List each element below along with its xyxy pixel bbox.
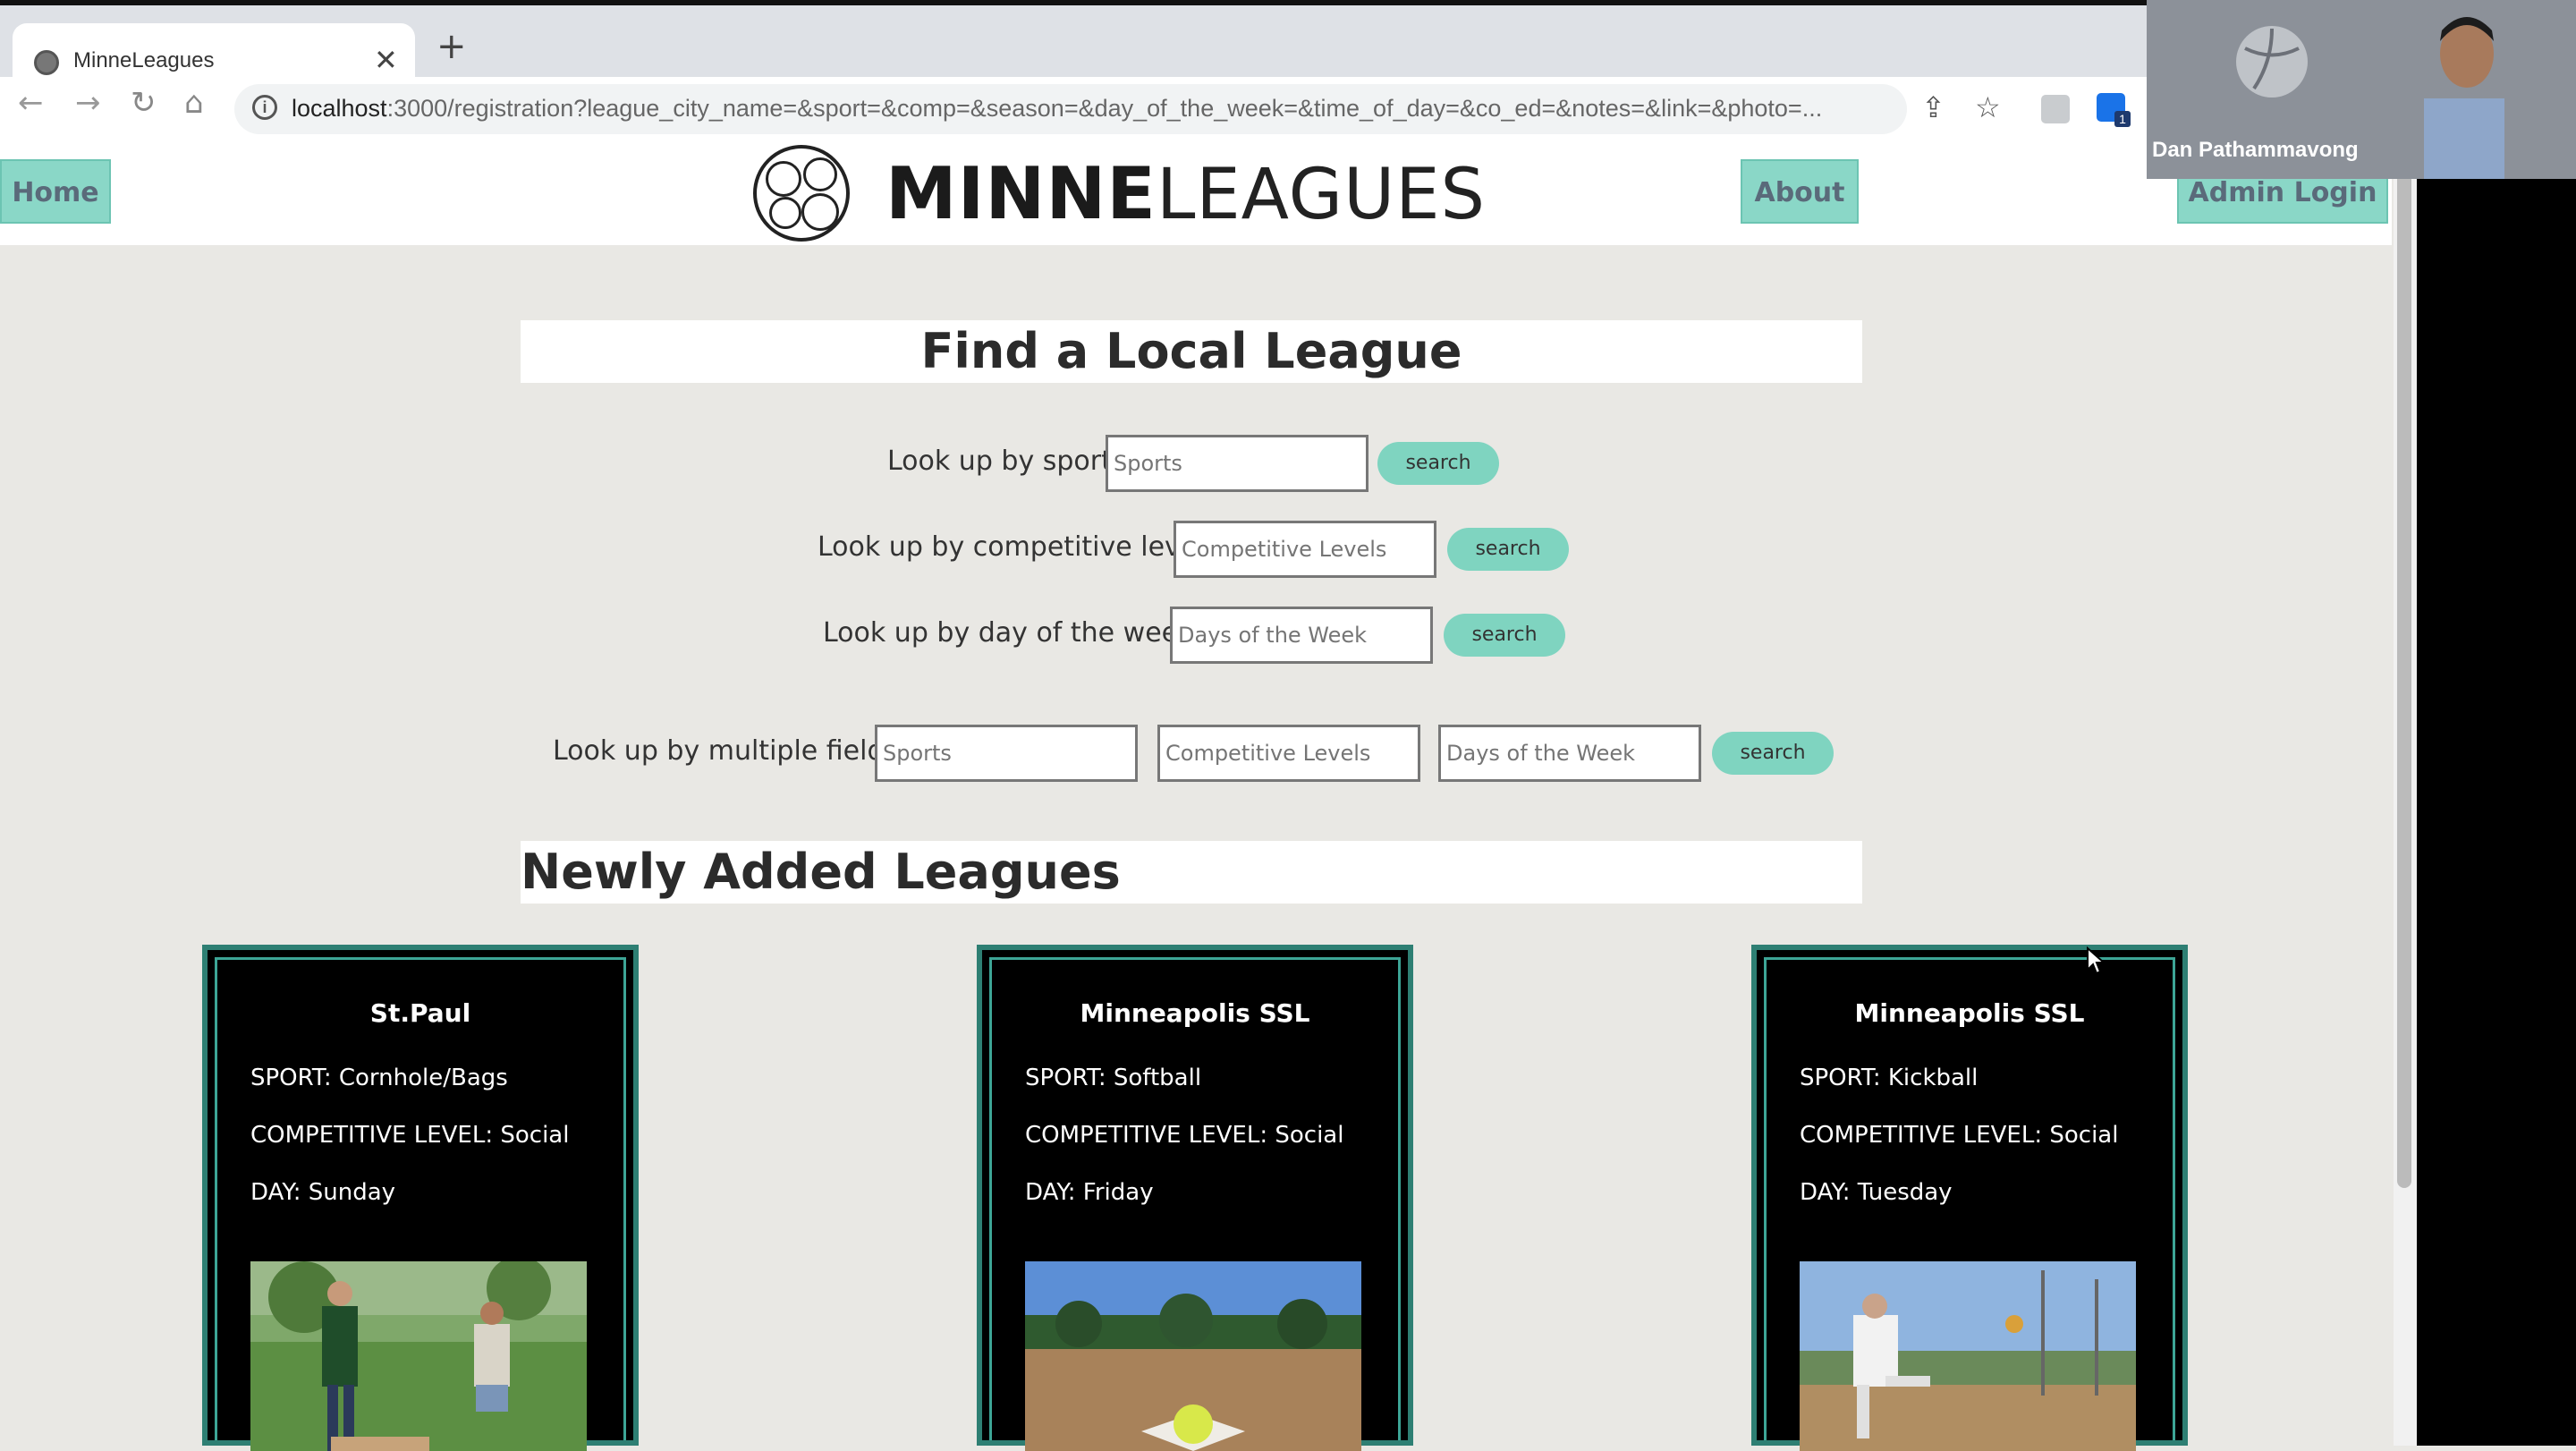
league-sport: SPORT: Kickball bbox=[1800, 1065, 1979, 1091]
url-text[interactable]: localhost:3000/registration?league_city_… bbox=[292, 95, 1822, 123]
league-card[interactable]: Minneapolis SSL SPORT: Kickball COMPETIT… bbox=[1751, 945, 2188, 1451]
cornhole-photo bbox=[250, 1261, 587, 1451]
multi-day-input[interactable] bbox=[1438, 725, 1701, 782]
browser-toolbar: ← → ↻ ⌂ i localhost:3000/registration?le… bbox=[0, 77, 2147, 142]
kickball-photo bbox=[1800, 1261, 2136, 1451]
close-tab-icon[interactable]: ✕ bbox=[374, 43, 398, 77]
day-input[interactable] bbox=[1170, 607, 1433, 664]
url-host: localhost bbox=[292, 95, 387, 122]
find-league-title: Find a Local League bbox=[521, 320, 1862, 383]
share-icon[interactable]: ⇪ bbox=[1921, 93, 1945, 122]
home-icon[interactable]: ⌂ bbox=[184, 88, 204, 118]
tab-title: MinneLeagues bbox=[73, 48, 215, 72]
forward-icon[interactable]: → bbox=[75, 88, 101, 118]
info-icon[interactable]: i bbox=[252, 95, 277, 120]
softball-photo bbox=[1025, 1261, 1361, 1451]
site-logo[interactable]: MINNELEAGUES bbox=[886, 152, 1486, 235]
about-button[interactable]: About bbox=[1741, 159, 1859, 224]
extension-badge-icon[interactable]: 1 bbox=[2097, 93, 2131, 127]
newly-added-title: Newly Added Leagues bbox=[521, 841, 1862, 904]
multi-search-button[interactable]: search bbox=[1712, 732, 1834, 775]
extension-count: 1 bbox=[2114, 111, 2131, 127]
participant-video bbox=[2424, 17, 2504, 179]
extension-icon[interactable] bbox=[2041, 95, 2070, 123]
league-city: St.Paul bbox=[369, 998, 471, 1028]
sport-input[interactable] bbox=[1106, 435, 1368, 492]
bookmark-star-icon[interactable]: ☆ bbox=[1975, 93, 2001, 122]
league-day: DAY: Friday bbox=[1025, 1179, 1154, 1206]
league-level: COMPETITIVE LEVEL: Social bbox=[1025, 1122, 1344, 1149]
league-city: Minneapolis SSL bbox=[1854, 998, 2085, 1028]
league-level: COMPETITIVE LEVEL: Social bbox=[250, 1122, 570, 1149]
day-lookup-label: Look up by day of the week: bbox=[823, 617, 1203, 649]
mouse-cursor-icon bbox=[2087, 946, 2106, 975]
sport-lookup-label: Look up by sport: bbox=[887, 445, 1121, 477]
video-call-tile: Dan Pathammavong bbox=[2147, 0, 2576, 179]
screen-side-area bbox=[2417, 179, 2576, 1446]
page-scrollbar[interactable] bbox=[2394, 141, 2417, 1446]
site-header: Home MINNELEAGUES About Admin Login bbox=[0, 141, 2392, 245]
participant-name: Dan Pathammavong bbox=[2152, 138, 2359, 162]
league-city: Minneapolis SSL bbox=[1080, 998, 1310, 1028]
back-icon[interactable]: ← bbox=[18, 88, 44, 118]
league-card[interactable]: St.Paul SPORT: Cornhole/Bags COMPETITIVE… bbox=[202, 945, 639, 1451]
url-path: :3000/registration?league_city_name=&spo… bbox=[386, 95, 1823, 122]
day-search-button[interactable]: search bbox=[1444, 614, 1565, 657]
new-tab-icon[interactable]: + bbox=[436, 29, 467, 64]
logo-bold: MINNE bbox=[886, 152, 1157, 235]
league-day: DAY: Sunday bbox=[250, 1179, 396, 1206]
league-day: DAY: Tuesday bbox=[1800, 1179, 1953, 1206]
league-level: COMPETITIVE LEVEL: Social bbox=[1800, 1122, 2119, 1149]
league-card[interactable]: Minneapolis SSL SPORT: Softball COMPETIT… bbox=[977, 945, 1413, 1451]
comp-search-button[interactable]: search bbox=[1447, 528, 1569, 571]
multi-lookup-label: Look up by multiple fields: bbox=[553, 735, 908, 767]
volleyball-icon bbox=[2236, 26, 2308, 98]
comp-lookup-label: Look up by competitive level: bbox=[818, 531, 1214, 563]
scrollbar-thumb[interactable] bbox=[2397, 150, 2411, 1188]
page-content: Home MINNELEAGUES About Admin Login Find… bbox=[0, 141, 2392, 1451]
globe-favicon-icon bbox=[34, 50, 59, 75]
league-sport: SPORT: Softball bbox=[1025, 1065, 1202, 1091]
sport-search-button[interactable]: search bbox=[1377, 442, 1499, 485]
comp-input[interactable] bbox=[1174, 521, 1436, 578]
reload-icon[interactable]: ↻ bbox=[131, 88, 157, 118]
multi-sport-input[interactable] bbox=[875, 725, 1138, 782]
logo-light: LEAGUES bbox=[1156, 155, 1486, 235]
home-button[interactable]: Home bbox=[0, 159, 111, 224]
multi-comp-input[interactable] bbox=[1157, 725, 1420, 782]
league-sport: SPORT: Cornhole/Bags bbox=[250, 1065, 508, 1091]
address-bar[interactable]: i localhost:3000/registration?league_cit… bbox=[234, 84, 1907, 134]
sports-balls-logo-icon bbox=[753, 145, 850, 242]
